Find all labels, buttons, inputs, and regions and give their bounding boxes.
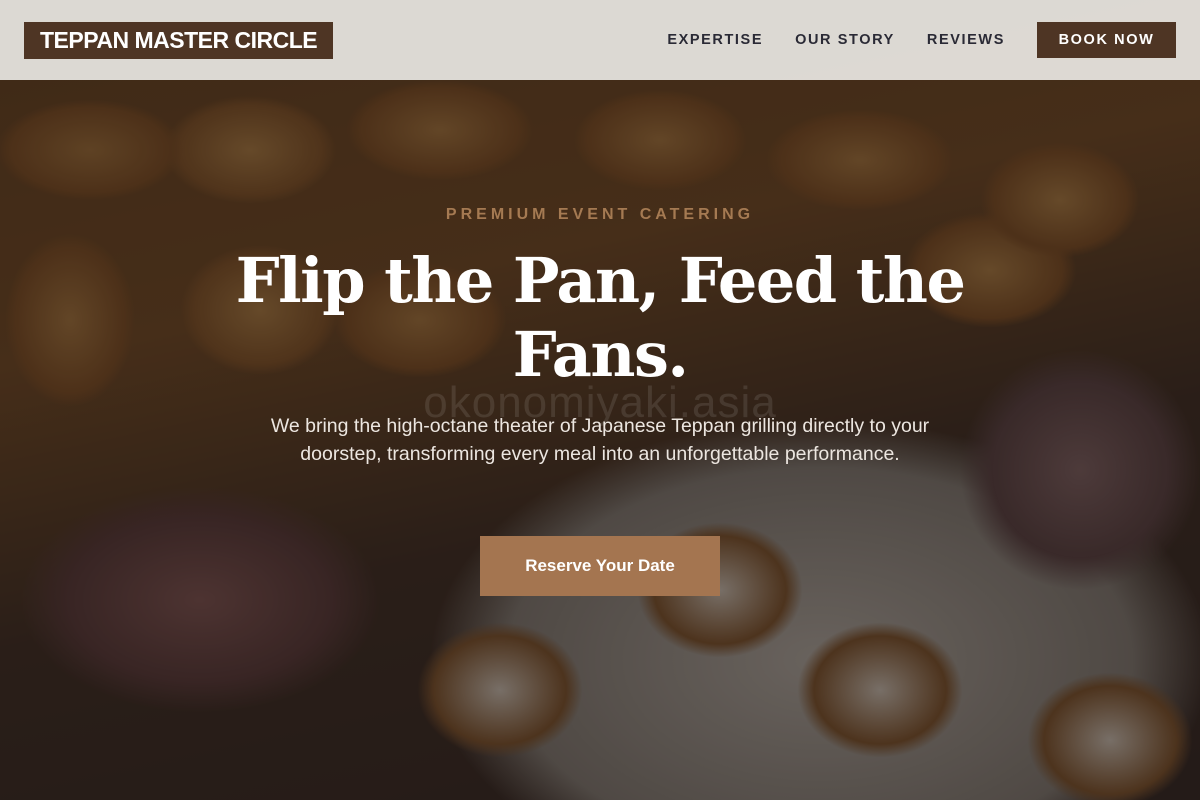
hero-subtext: We bring the high-octane theater of Japa… — [270, 415, 930, 465]
reserve-date-button[interactable]: Reserve Your Date — [480, 536, 720, 596]
hero-headline: Flip the Pan, Feed the Fans. — [235, 244, 966, 391]
hero-eyebrow: PREMIUM EVENT CATERING — [445, 206, 755, 223]
hero-section: PREMIUM EVENT CATERING okonomiyaki.asia … — [0, 0, 1200, 800]
